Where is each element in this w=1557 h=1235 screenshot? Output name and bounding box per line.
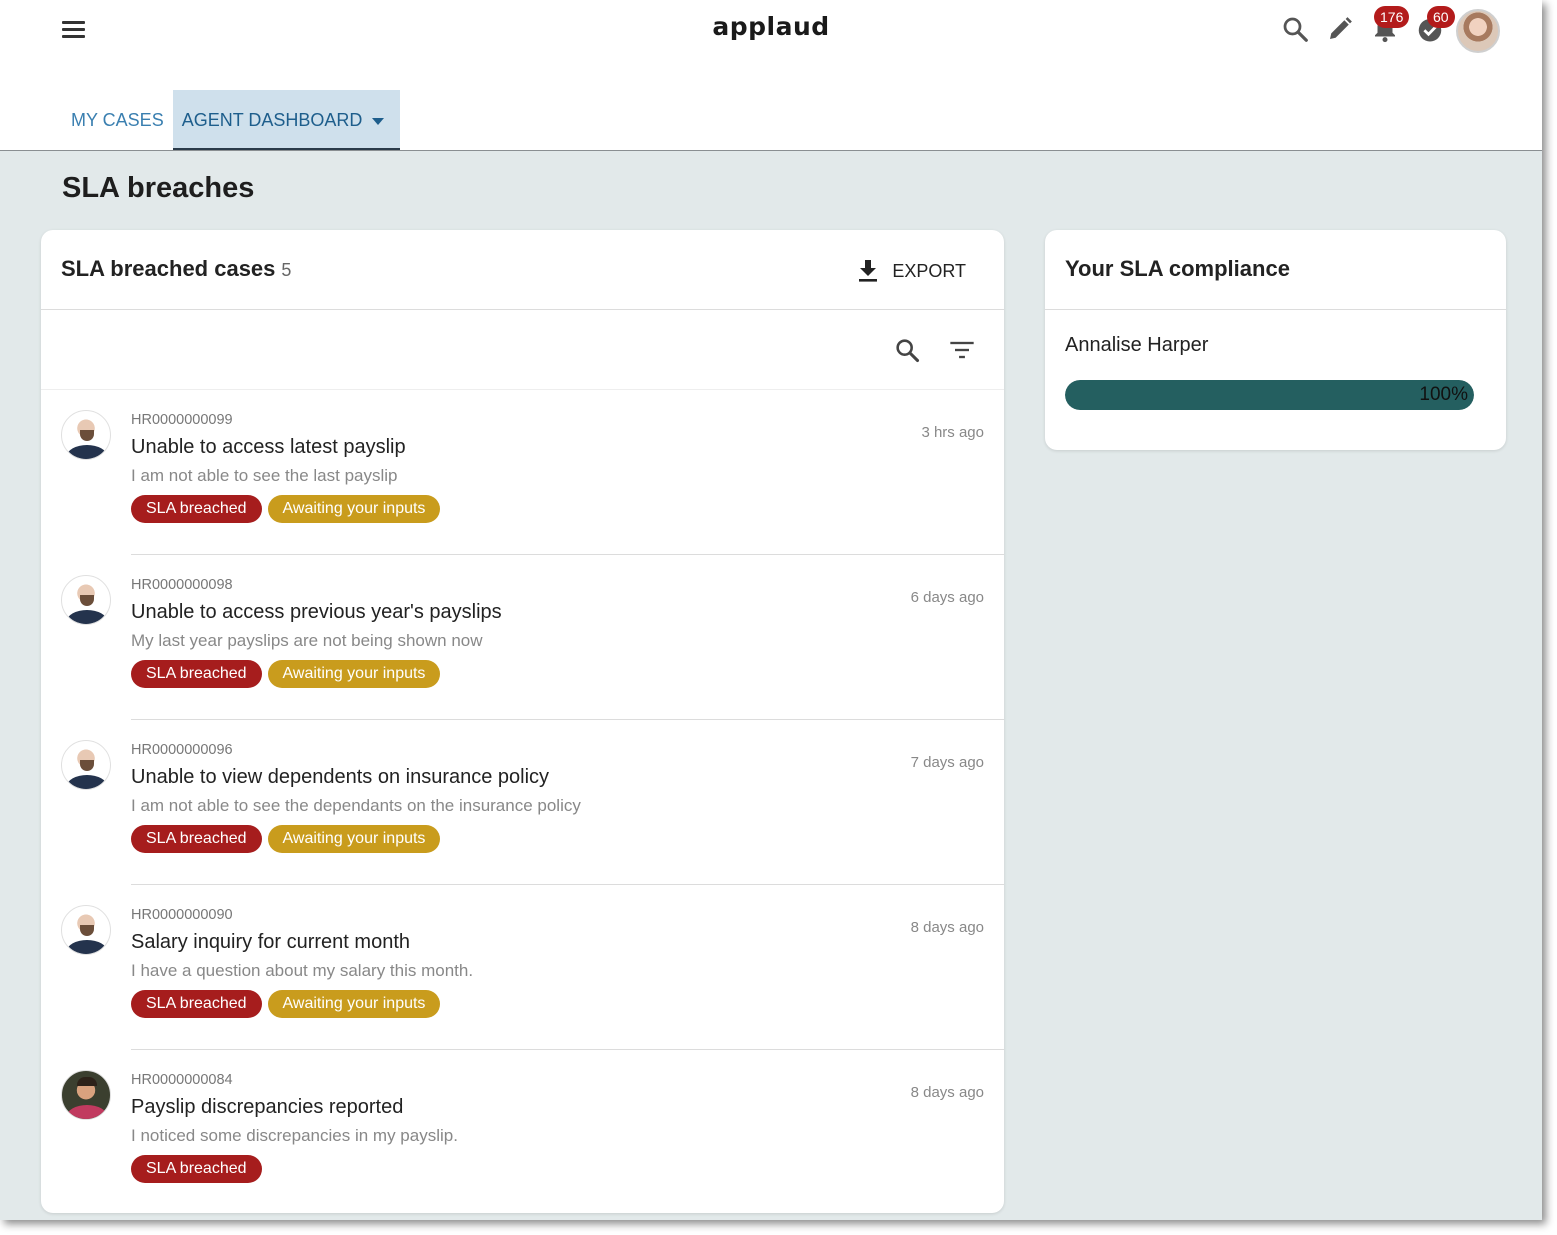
case-time: 8 days ago: [910, 919, 984, 936]
case-id: HR0000000090: [131, 907, 233, 923]
requester-avatar: [61, 575, 111, 625]
user-avatar[interactable]: [1456, 9, 1500, 53]
case-title: Unable to view dependents on insurance p…: [131, 766, 550, 788]
notifications-badge: 176: [1374, 6, 1410, 28]
requester-avatar: [61, 905, 111, 955]
awaiting-inputs-tag: Awaiting your inputs: [267, 825, 441, 853]
awaiting-inputs-tag: Awaiting your inputs: [267, 660, 441, 688]
sla-breached-tag: SLA breached: [131, 495, 262, 523]
app-window: applaud 176 60 MY CASES AGENT DASHBOARD …: [0, 0, 1542, 1220]
case-description: I noticed some discrepancies in my paysl…: [131, 1126, 458, 1145]
requester-avatar: [61, 410, 111, 460]
filter-icon[interactable]: [948, 336, 976, 364]
case-count: 5: [281, 260, 292, 280]
case-id: HR0000000084: [131, 1072, 233, 1088]
sla-breached-tag: SLA breached: [131, 825, 262, 853]
case-item[interactable]: HR0000000098 Unable to access previous y…: [41, 555, 1004, 720]
tasks-badge: 60: [1427, 6, 1455, 28]
case-time: 7 days ago: [910, 754, 984, 771]
awaiting-inputs-tag: Awaiting your inputs: [267, 495, 441, 523]
sla-compliance-card: Your SLA compliance Annalise Harper 100%: [1045, 230, 1506, 450]
search-icon[interactable]: [893, 336, 921, 364]
case-title: Unable to access previous year's payslip…: [131, 601, 502, 623]
brand-logo: applaud: [712, 12, 830, 41]
case-time: 6 days ago: [910, 589, 984, 606]
tab-bar: MY CASES AGENT DASHBOARD: [62, 90, 401, 150]
case-list: HR0000000099 Unable to access latest pay…: [41, 390, 1004, 1215]
case-description: I am not able to see the dependants on t…: [131, 796, 581, 815]
case-time: 3 hrs ago: [921, 424, 984, 441]
case-tags: SLA breached Awaiting your inputs: [131, 660, 441, 688]
sla-breached-tag: SLA breached: [131, 1155, 262, 1183]
caret-down-icon: [372, 117, 385, 125]
case-description: I am not able to see the last payslip: [131, 466, 398, 485]
tab-my-cases[interactable]: MY CASES: [62, 90, 173, 150]
case-item[interactable]: HR0000000090 Salary inquiry for current …: [41, 885, 1004, 1050]
progress-percent: 100%: [1419, 384, 1468, 405]
case-item[interactable]: HR0000000099 Unable to access latest pay…: [41, 390, 1004, 555]
case-title: Payslip discrepancies reported: [131, 1096, 404, 1118]
case-id: HR0000000099: [131, 412, 233, 428]
sla-breached-tag: SLA breached: [131, 660, 262, 688]
case-title: Salary inquiry for current month: [131, 931, 411, 953]
card-title: Your SLA compliance: [1065, 256, 1290, 281]
progress-fill: [1065, 380, 1474, 410]
compliance-progress-bar: 100%: [1065, 380, 1474, 410]
export-button[interactable]: EXPORT: [856, 256, 966, 286]
tab-agent-dashboard[interactable]: AGENT DASHBOARD: [172, 90, 401, 150]
download-icon: [859, 260, 878, 282]
case-time: 8 days ago: [910, 1084, 984, 1101]
case-title: Unable to access latest payslip: [131, 436, 406, 458]
sla-breached-cases-card: SLA breached cases 5 EXPORT HR0000000099 …: [41, 230, 1004, 1213]
list-toolbar: [41, 310, 1004, 390]
case-id: HR0000000098: [131, 577, 233, 593]
page-title: SLA breaches: [62, 172, 255, 204]
pencil-icon[interactable]: [1325, 14, 1355, 44]
case-tags: SLA breached: [131, 1155, 262, 1183]
sla-breached-tag: SLA breached: [131, 990, 262, 1018]
search-icon[interactable]: [1280, 14, 1310, 44]
awaiting-inputs-tag: Awaiting your inputs: [267, 990, 441, 1018]
case-id: HR0000000096: [131, 742, 233, 758]
card-header: SLA breached cases 5 EXPORT: [41, 230, 1004, 310]
requester-avatar: [61, 740, 111, 790]
case-tags: SLA breached Awaiting your inputs: [131, 825, 441, 853]
agent-name: Annalise Harper: [1065, 334, 1209, 356]
case-description: My last year payslips are not being show…: [131, 631, 483, 650]
case-tags: SLA breached Awaiting your inputs: [131, 990, 441, 1018]
case-item[interactable]: HR0000000084 Payslip discrepancies repor…: [41, 1050, 1004, 1215]
requester-avatar: [61, 1070, 111, 1120]
case-description: I have a question about my salary this m…: [131, 961, 474, 980]
case-item[interactable]: HR0000000096 Unable to view dependents o…: [41, 720, 1004, 885]
card-title: SLA breached cases: [61, 256, 276, 281]
card-header: Your SLA compliance: [1045, 230, 1506, 310]
case-tags: SLA breached Awaiting your inputs: [131, 495, 441, 523]
app-header: applaud 176 60 MY CASES AGENT DASHBOARD: [0, 0, 1542, 151]
